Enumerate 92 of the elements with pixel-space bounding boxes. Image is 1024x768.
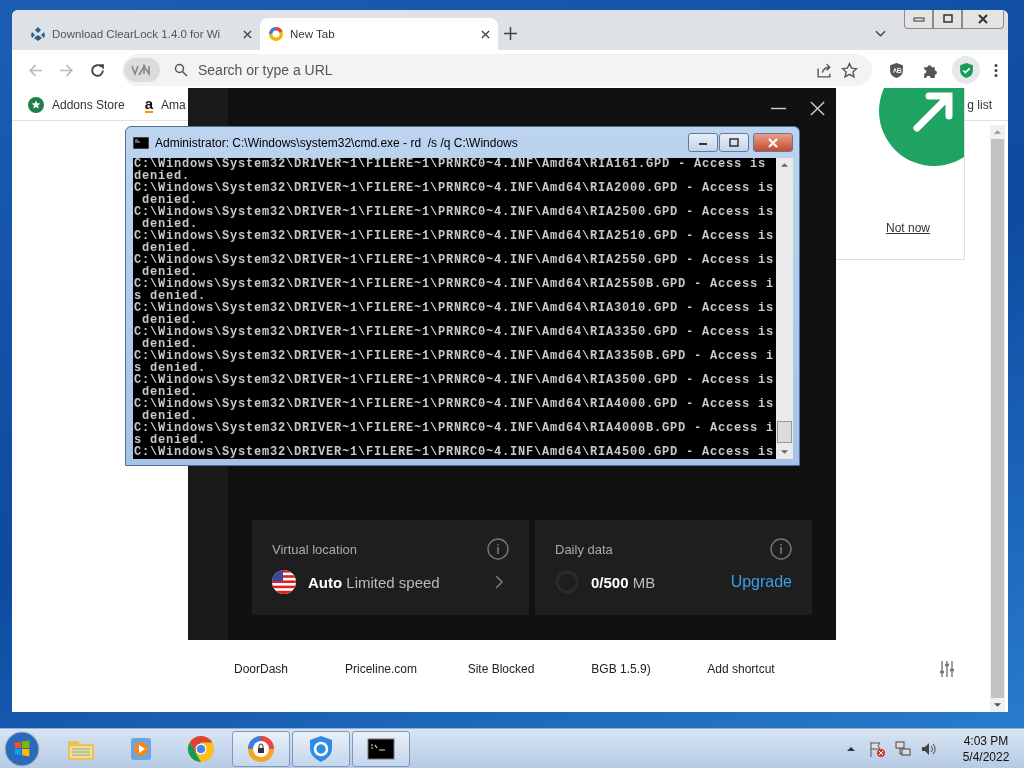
shortcut-label[interactable]: Site Blocked bbox=[441, 662, 561, 676]
browser-tab[interactable]: New Tab bbox=[260, 18, 498, 50]
console-line: s denied. bbox=[134, 290, 206, 302]
start-button[interactable] bbox=[4, 730, 40, 767]
info-icon[interactable] bbox=[487, 538, 509, 560]
maximize-icon bbox=[941, 14, 954, 24]
vpn-extension-button[interactable] bbox=[952, 56, 980, 84]
shortcut-label[interactable]: DoorDash bbox=[201, 662, 321, 676]
console-line: denied. bbox=[134, 170, 190, 182]
console-line: denied. bbox=[142, 410, 198, 422]
bookmark-link[interactable]: Addons Store bbox=[28, 97, 125, 113]
scrollbar[interactable] bbox=[990, 125, 1005, 712]
vpn-icon[interactable] bbox=[124, 58, 160, 82]
chevron-right-icon[interactable] bbox=[495, 575, 503, 589]
console-line: denied. bbox=[142, 194, 198, 206]
maximize-button[interactable] bbox=[719, 133, 749, 152]
taskbar-app[interactable] bbox=[352, 730, 410, 767]
bookmark-link[interactable]: g list bbox=[967, 98, 992, 112]
shield-check-icon bbox=[957, 61, 975, 79]
console-line: C:\Windows\System32\DRIVER~1\FILERE~1\PRNRC0~4.INF\Amd64\RIA161.GPD - Access is bbox=[134, 158, 768, 170]
scroll-down-icon[interactable] bbox=[993, 702, 1002, 708]
console-line: C:\Windows\System32\DRIVER~1\FILERE~1\PRNRC0~4.INF\Amd64\RIA4000B.GPD - Access i bbox=[134, 422, 776, 434]
shortcut-label[interactable]: Add shortcut bbox=[681, 662, 801, 676]
search-icon bbox=[174, 63, 188, 77]
scroll-thumb[interactable] bbox=[777, 421, 792, 443]
console-line: C:\Windows\System32\DRIVER~1\FILERE~1\PRNRC0~4.INF\Amd64\RIA2550B.GPD - Access i bbox=[134, 278, 776, 290]
close-button[interactable] bbox=[962, 10, 1004, 29]
console-line: C:\Windows\System32\DRIVER~1\FILERE~1\PRNRC0~4.INF\Amd64\RIA2550.GPD - Access is bbox=[134, 254, 776, 266]
minimize-button[interactable] bbox=[688, 133, 718, 152]
scroll-down-icon[interactable] bbox=[780, 449, 789, 455]
console-line: denied. bbox=[142, 242, 198, 254]
maximize-button[interactable] bbox=[933, 10, 962, 29]
bookmark-link[interactable]: a Ama bbox=[144, 97, 186, 113]
bookmark-star-icon[interactable] bbox=[841, 61, 858, 79]
console-line: s denied. bbox=[134, 362, 206, 374]
close-tab-icon[interactable] bbox=[481, 29, 490, 39]
share-icon[interactable] bbox=[816, 61, 833, 79]
shield-extension-icon[interactable] bbox=[888, 61, 905, 79]
show-hidden-icons-icon[interactable] bbox=[846, 744, 856, 753]
close-icon bbox=[767, 137, 779, 148]
console-line: C:\Windows\System32\DRIVER~1\FILERE~1\PRNRC0~4.INF\Amd64\RIA3350B.GPD - Access i bbox=[134, 350, 776, 362]
new-tab-icon[interactable] bbox=[504, 27, 517, 40]
console-line: C:\Windows\System32\DRIVER~1\FILERE~1\PRNRC0~4.INF\Amd64\RIA4500.GPD - Access is bbox=[134, 446, 776, 458]
window-title: Administrator: C:\Windows\system32\cmd.exe - rd /s /q C:\Windows bbox=[155, 135, 518, 150]
console-line: C:\Windows\System32\DRIVER~1\FILERE~1\PRNRC0~4.INF\Amd64\RIA3500.GPD - Access is bbox=[134, 374, 776, 386]
console-line: C:\Windows\System32\DRIVER~1\FILERE~1\PRNRC0~4.INF\Amd64\RIA4000.GPD - Access is bbox=[134, 398, 776, 410]
console-line: denied. bbox=[142, 218, 198, 230]
address-bar[interactable]: Search or type a URL bbox=[122, 54, 872, 86]
network-icon[interactable] bbox=[894, 739, 912, 758]
console-line: C:\Windows\System32\DRIVER~1\FILERE~1\PRNRC0~4.INF\Amd64\RIA2000.GPD - Access is bbox=[134, 182, 776, 194]
scrollbar[interactable] bbox=[776, 158, 793, 459]
maximize-icon bbox=[728, 137, 740, 148]
reload-icon[interactable] bbox=[89, 61, 106, 79]
tab-search-icon[interactable] bbox=[875, 30, 886, 38]
data-usage: 0/500 MB bbox=[591, 573, 656, 591]
console-line: s denied. bbox=[134, 434, 206, 446]
not-now-link[interactable]: Not now bbox=[886, 221, 930, 235]
shortcut-label[interactable]: Priceline.com bbox=[321, 662, 441, 676]
customize-icon[interactable] bbox=[938, 660, 956, 678]
address-input[interactable]: Search or type a URL bbox=[196, 61, 808, 79]
browser-tab[interactable]: Download ClearLock 1.4.0 for Wi bbox=[22, 18, 260, 50]
minimize-icon bbox=[912, 14, 925, 24]
store-icon bbox=[28, 97, 44, 113]
console-line: denied. bbox=[142, 266, 198, 278]
scroll-up-icon[interactable] bbox=[780, 162, 789, 168]
download-icon bbox=[30, 26, 46, 42]
card-title: Daily data bbox=[555, 541, 613, 557]
browser-logo-icon bbox=[268, 26, 284, 42]
shortcut-label[interactable]: BGB 1.5.9) bbox=[561, 662, 681, 676]
close-icon bbox=[977, 14, 989, 24]
console-line: C:\Windows\System32\DRIVER~1\FILERE~1\PRNRC0~4.INF\Amd64\RIA2500.GPD - Access is bbox=[134, 206, 776, 218]
card-title: Virtual location bbox=[272, 541, 358, 557]
close-icon[interactable] bbox=[809, 99, 826, 117]
close-tab-icon[interactable] bbox=[243, 29, 252, 39]
flag-icon bbox=[272, 570, 296, 594]
location-value[interactable]: Auto Limited speed bbox=[308, 573, 440, 591]
console-line: denied. bbox=[142, 386, 198, 398]
action-center-flag-icon[interactable] bbox=[868, 739, 886, 758]
console-line: denied. bbox=[142, 338, 198, 350]
console-line: C:\Windows\System32\DRIVER~1\FILERE~1\PRNRC0~4.INF\Amd64\RIA3350.GPD - Access is bbox=[134, 326, 776, 338]
console-line: denied. bbox=[142, 314, 198, 326]
close-button[interactable] bbox=[753, 133, 793, 152]
upgrade-link[interactable]: Upgrade bbox=[730, 573, 792, 591]
console-line: C:\Windows\System32\DRIVER~1\FILERE~1\PRNRC0~4.INF\Amd64\RIA3010.GPD - Access is bbox=[134, 302, 776, 314]
console-icon bbox=[133, 136, 149, 149]
console-line: C:\Windows\System32\DRIVER~1\FILERE~1\PRNRC0~4.INF\Amd64\RIA2510.GPD - Access is bbox=[134, 230, 776, 242]
menu-icon[interactable] bbox=[994, 61, 998, 79]
lock-app-icon bbox=[246, 733, 276, 764]
info-icon[interactable] bbox=[770, 538, 792, 560]
scroll-up-icon[interactable] bbox=[993, 129, 1002, 135]
clock[interactable]: 4:03 PM 5/4/2022 bbox=[956, 732, 1016, 765]
chrome-icon bbox=[186, 733, 216, 764]
